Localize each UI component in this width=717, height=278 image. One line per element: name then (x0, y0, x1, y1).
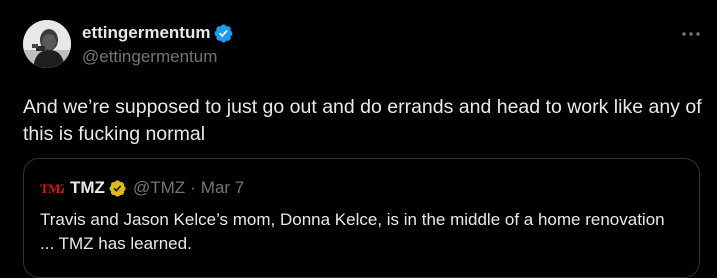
quoted-author-handle[interactable]: @TMZ (133, 178, 185, 198)
avatar-photo (23, 20, 71, 68)
quoted-tweet-text: Travis and Jason Kelce’s mom, Donna Kelc… (40, 210, 665, 253)
author-display-name[interactable]: ettingermentum (82, 23, 210, 43)
quoted-tweet-date[interactable]: Mar 7 (201, 178, 244, 198)
more-options-button[interactable] (679, 24, 703, 44)
quoted-author-display-name[interactable]: TMZ (70, 178, 105, 198)
verified-badge-icon[interactable] (213, 23, 234, 44)
author-info: ettingermentum @ettingermentum (82, 22, 234, 67)
author-avatar[interactable] (23, 20, 71, 68)
quoted-tweet-header: TMZ TMZ @TMZ · Mar 7 (40, 177, 244, 199)
meta-separator: · (190, 178, 196, 197)
more-horizontal-icon (682, 32, 700, 36)
svg-text:TMZ: TMZ (40, 181, 64, 196)
tweet: ettingermentum @ettingermentum And we’re… (0, 0, 717, 278)
author-name-row: ettingermentum (82, 22, 234, 44)
author-handle[interactable]: @ettingermentum (82, 47, 234, 67)
quoted-tweet-card[interactable]: TMZ TMZ @TMZ · Mar 7 Travis and Jason Ke… (23, 158, 700, 278)
tweet-text: And we’re supposed to just go out and do… (23, 96, 702, 145)
tmz-logo-icon[interactable]: TMZ (40, 179, 69, 197)
verified-gold-badge-icon[interactable] (108, 179, 127, 198)
